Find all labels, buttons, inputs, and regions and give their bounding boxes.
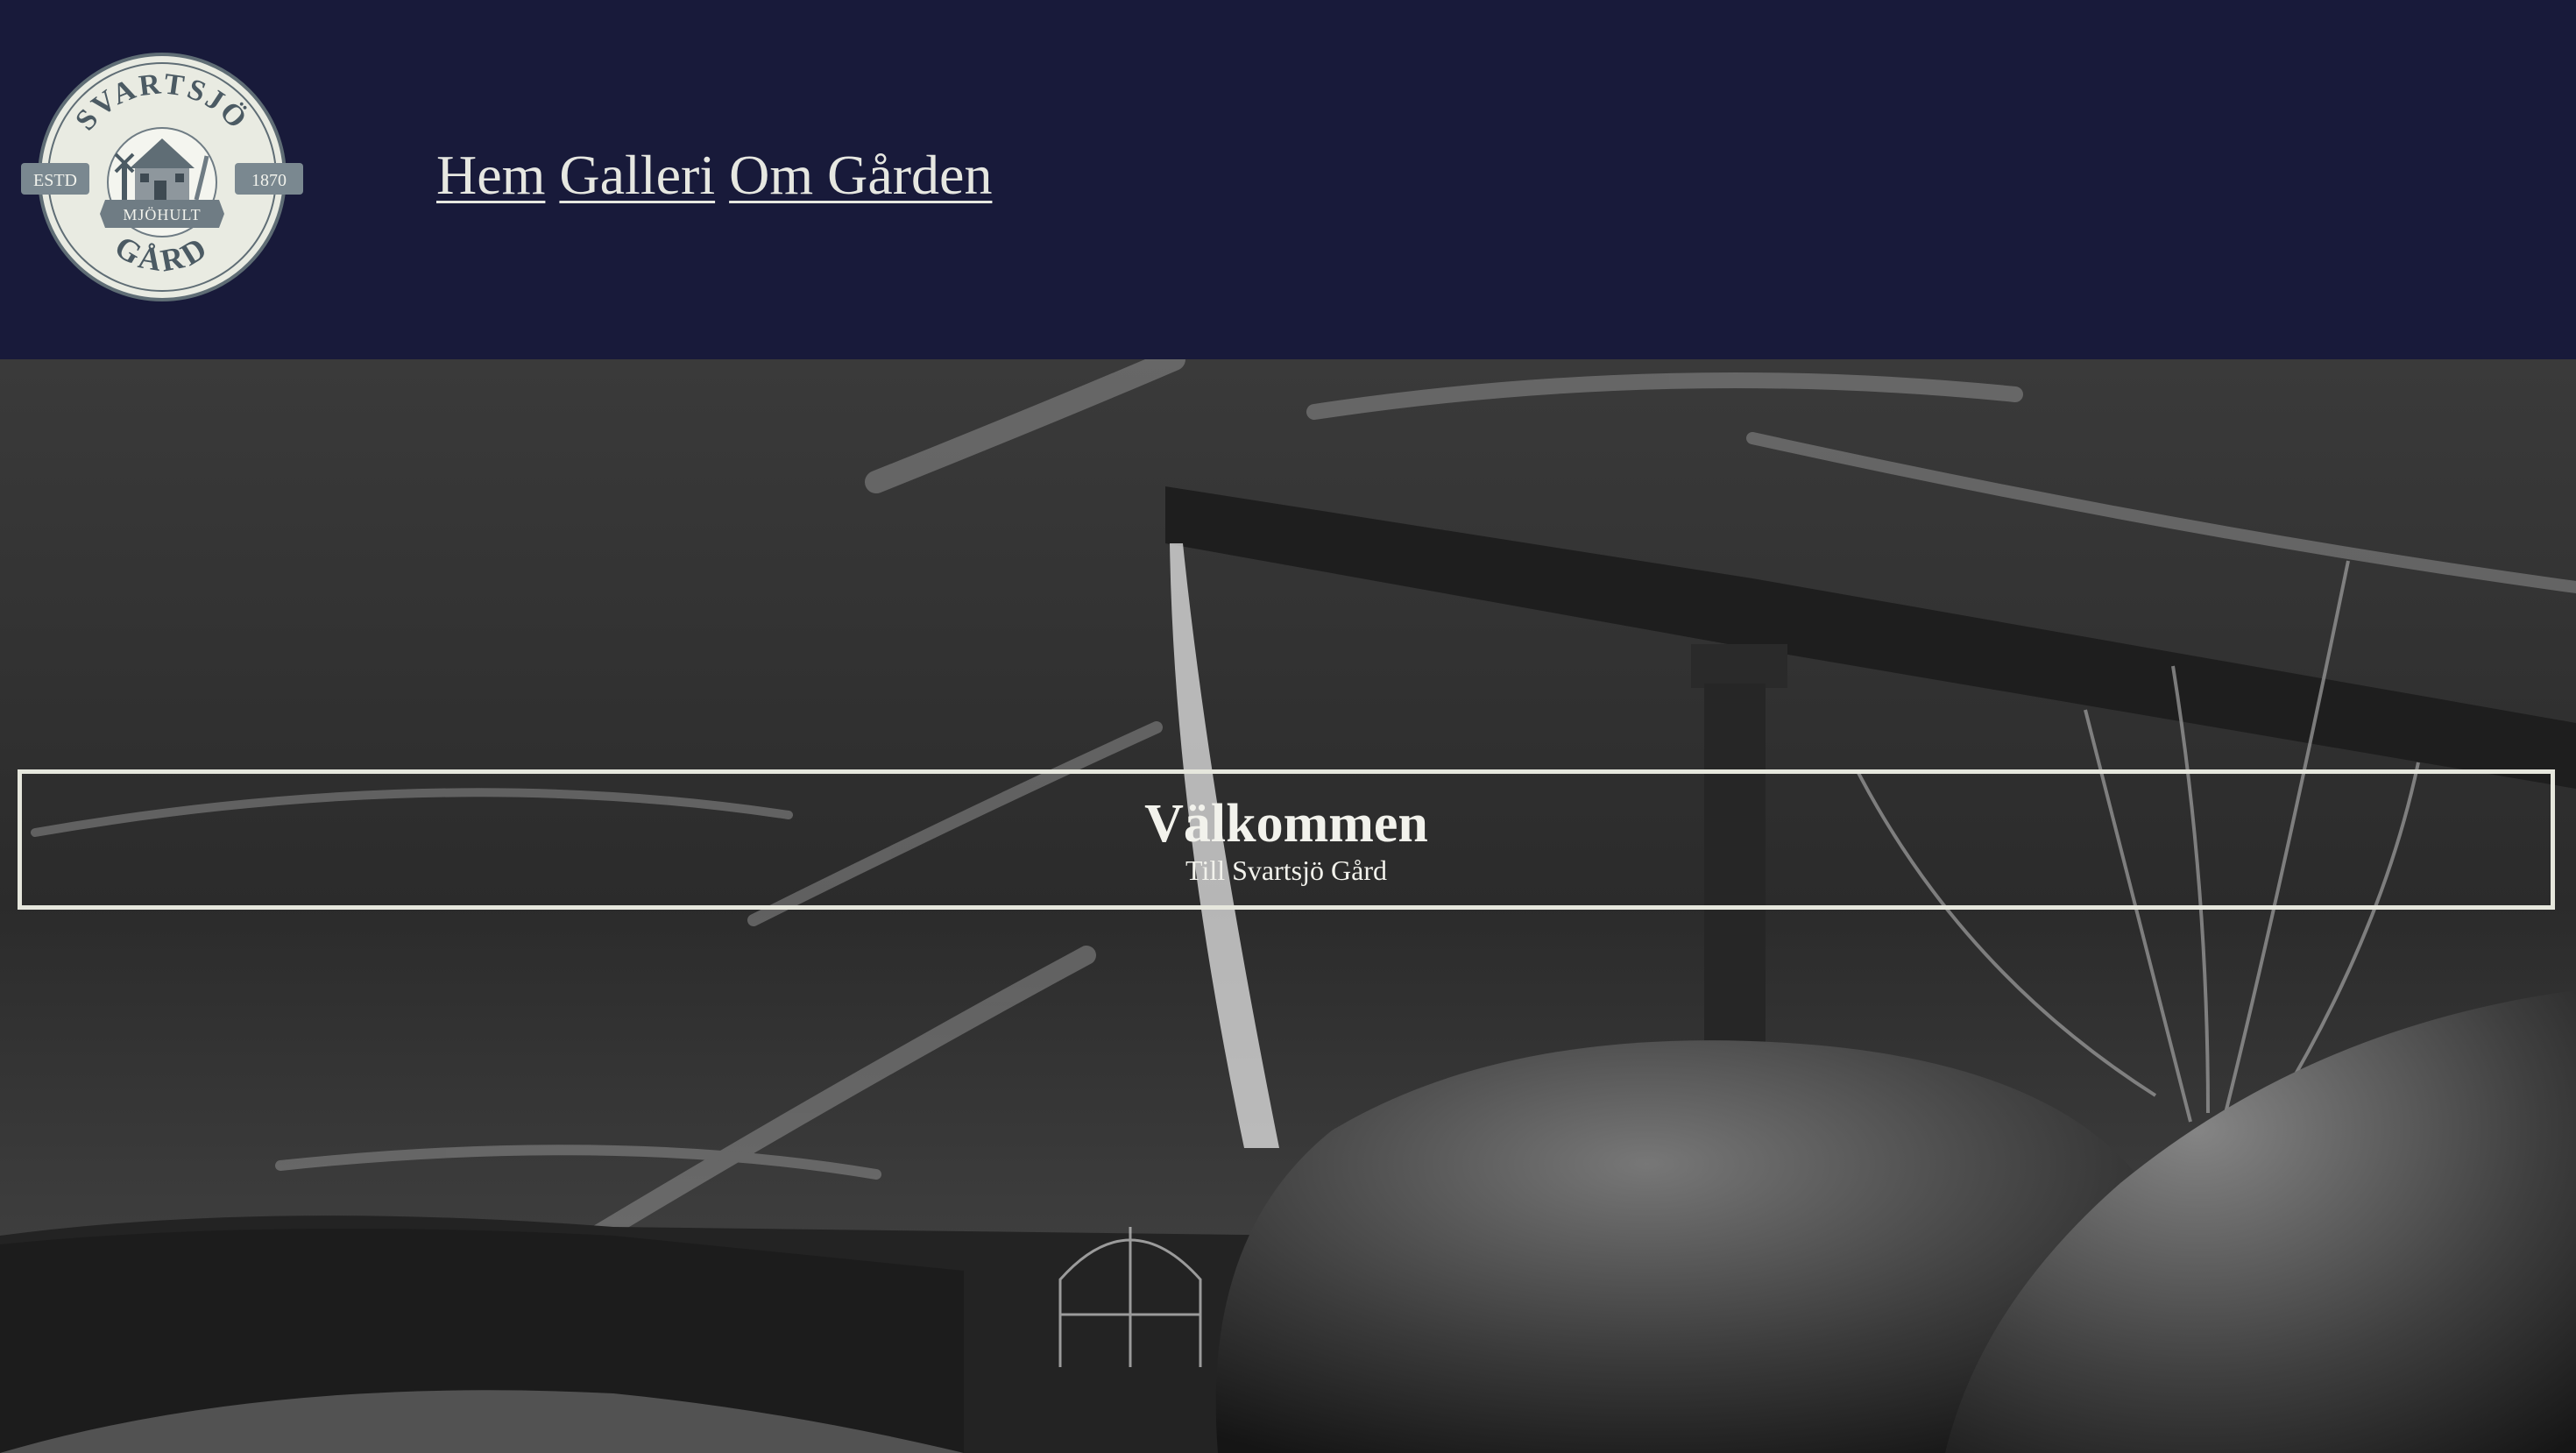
welcome-banner: Välkommen Till Svartsjö Gård [18,769,2555,910]
site-header: SVARTSJÖ GÅRD ESTD 1870 MJÖHULT Hem Gall… [0,0,2576,359]
welcome-title: Välkommen [1144,794,1428,854]
nav-link-galleri[interactable]: Galleri [559,140,715,210]
logo-year-label: 1870 [251,171,287,190]
nav-link-hem[interactable]: Hem [436,140,545,210]
svartsjo-gard-logo[interactable]: SVARTSJÖ GÅRD ESTD 1870 MJÖHULT [21,51,303,303]
main-nav: Hem Galleri Om Gården [436,140,992,210]
welcome-subtitle: Till Svartsjö Gård [1185,854,1387,886]
logo-estd-label: ESTD [33,171,77,190]
nav-link-om-garden[interactable]: Om Gården [729,140,992,210]
hero-section: Välkommen Till Svartsjö Gård [0,359,2576,1453]
logo-ribbon-text: MJÖHULT [123,206,201,223]
